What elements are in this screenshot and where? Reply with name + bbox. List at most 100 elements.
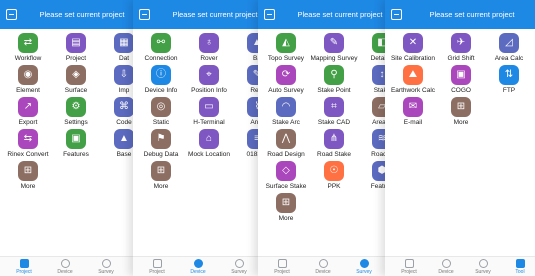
device-tab-icon bbox=[441, 259, 451, 268]
menu-item-label: Stake Point bbox=[317, 87, 351, 94]
tab-label: Device bbox=[190, 269, 206, 275]
tab-survey[interactable]: Survey bbox=[463, 259, 503, 275]
menu-item-debug-data[interactable]: ⚑ Debug Data bbox=[137, 129, 185, 165]
project-tab-icon bbox=[277, 259, 287, 268]
menu-item-label: Grid Shift bbox=[447, 55, 475, 62]
menu-item-site-calibration[interactable]: ✕ Site Calibration bbox=[389, 33, 437, 69]
menu-item-grid-shift[interactable]: ✈ Grid Shift bbox=[437, 33, 485, 69]
menu-item-project[interactable]: ▤ Project bbox=[52, 33, 100, 69]
road-design-icon: ⋀ bbox=[276, 129, 296, 149]
menu-item-rover[interactable]: ♁ Rover bbox=[185, 33, 233, 69]
menu-item-workflow[interactable]: ⇄ Workflow bbox=[4, 33, 52, 69]
menu-item-surface[interactable]: ◈ Surface bbox=[52, 65, 100, 101]
menu-item-label: Settings bbox=[64, 119, 88, 126]
project-select-icon[interactable] bbox=[391, 9, 402, 20]
menu-item-mock-location[interactable]: ⌂ Mock Location bbox=[185, 129, 233, 165]
tab-tool[interactable]: Tool bbox=[500, 259, 535, 275]
tab-label: Device bbox=[438, 269, 454, 275]
project-title[interactable]: Please set current project bbox=[24, 10, 140, 19]
menu-item-label: Stake CAD bbox=[317, 119, 351, 126]
settings-icon: ⚙ bbox=[66, 97, 86, 117]
menu-item-label: Area Calc bbox=[494, 55, 524, 62]
menu-item-ftp[interactable]: ⇅ FTP bbox=[485, 65, 533, 101]
project-title[interactable]: Please set current project bbox=[157, 10, 273, 19]
tab-device[interactable]: Device bbox=[426, 259, 466, 275]
surface-stake-icon: ◇ bbox=[276, 161, 296, 181]
menu-item-auto-survey[interactable]: ⟳ Auto Survey bbox=[262, 65, 310, 101]
menu-item-more[interactable]: ⊞ More bbox=[137, 161, 185, 197]
menu-item-h-terminal[interactable]: ▭ H-Terminal bbox=[185, 97, 233, 133]
menu-item-connection[interactable]: ⚯ Connection bbox=[137, 33, 185, 69]
tab-survey[interactable]: Survey bbox=[86, 259, 126, 275]
survey-tab-icon bbox=[359, 259, 369, 268]
ppk-icon: ☉ bbox=[324, 161, 344, 181]
device-info-icon: ⓘ bbox=[151, 65, 171, 85]
menu-item-label: Debug Data bbox=[143, 151, 179, 158]
position-info-icon: ⌖ bbox=[199, 65, 219, 85]
tab-label: Project bbox=[16, 269, 32, 275]
menu-item-features[interactable]: ▣ Features bbox=[52, 129, 100, 165]
menu-item-ppk[interactable]: ☉ PPK bbox=[310, 161, 358, 197]
tab-project[interactable]: Project bbox=[4, 259, 44, 275]
menu-item-stake-cad[interactable]: ⌗ Stake CAD bbox=[310, 97, 358, 133]
project-title[interactable]: Please set current project bbox=[409, 10, 535, 19]
menu-item-cogo[interactable]: ▣ COGO bbox=[437, 65, 485, 101]
tab-device[interactable]: Device bbox=[45, 259, 85, 275]
project-icon: ▤ bbox=[66, 33, 86, 53]
survey-tab-icon bbox=[101, 259, 111, 268]
menu-item-label: Stake Arc bbox=[272, 119, 300, 126]
menu-item-more[interactable]: ⊞ More bbox=[437, 97, 485, 133]
earthwork-calc-icon: ⛰ bbox=[403, 65, 423, 85]
menu-item-e-mail[interactable]: ✉ E-mail bbox=[389, 97, 437, 133]
tab-survey[interactable]: Survey bbox=[344, 259, 384, 275]
screen-panel-device: Please set current project ⚯ Connection ♁ Ro… bbox=[133, 0, 273, 276]
top-bar: Please set current project bbox=[258, 0, 398, 29]
menu-item-topo-survey[interactable]: ◭ Topo Survey bbox=[262, 33, 310, 69]
tab-label: Tool bbox=[515, 269, 525, 275]
mapping-survey-icon: ✎ bbox=[324, 33, 344, 53]
project-select-icon[interactable] bbox=[139, 9, 150, 20]
menu-item-label: Export bbox=[18, 119, 38, 126]
menu-item-mapping-survey[interactable]: ✎ Mapping Survey bbox=[310, 33, 358, 69]
menu-item-area-calc[interactable]: ◿ Area Calc bbox=[485, 33, 533, 69]
project-tab-icon bbox=[19, 259, 29, 268]
menu-item-more[interactable]: ⊞ More bbox=[262, 193, 310, 229]
cogo-icon: ▣ bbox=[451, 65, 471, 85]
menu-item-road-stake[interactable]: ⋔ Road Stake bbox=[310, 129, 358, 165]
tab-device[interactable]: Device bbox=[303, 259, 343, 275]
bottom-tab-bar: Project Device Survey bbox=[133, 256, 273, 276]
rinex-convert-icon: ⇆ bbox=[18, 129, 38, 149]
menu-item-rinex-convert[interactable]: ⇆ Rinex Convert bbox=[4, 129, 52, 165]
tab-project[interactable]: Project bbox=[389, 259, 429, 275]
top-bar: Please set current project bbox=[385, 0, 535, 29]
survey-tab-icon bbox=[478, 259, 488, 268]
menu-item-label: Connection bbox=[144, 55, 178, 62]
project-title[interactable]: Please set current project bbox=[282, 10, 398, 19]
menu-item-road-design[interactable]: ⋀ Road Design bbox=[262, 129, 310, 165]
menu-item-label: Surface Stake bbox=[265, 183, 307, 190]
project-select-icon[interactable] bbox=[264, 9, 275, 20]
h-terminal-icon: ▭ bbox=[199, 97, 219, 117]
menu-item-stake-arc[interactable]: ◠ Stake Arc bbox=[262, 97, 310, 133]
menu-item-stake-point[interactable]: ⚲ Stake Point bbox=[310, 65, 358, 101]
menu-item-surface-stake[interactable]: ◇ Surface Stake bbox=[262, 161, 310, 197]
project-select-icon[interactable] bbox=[6, 9, 17, 20]
tab-project[interactable]: Project bbox=[137, 259, 177, 275]
menu-item-static[interactable]: ◎ Static bbox=[137, 97, 185, 133]
tab-label: Survey bbox=[475, 269, 491, 275]
more-icon: ⊞ bbox=[451, 97, 471, 117]
tab-device[interactable]: Device bbox=[178, 259, 218, 275]
menu-item-export[interactable]: ↗ Export bbox=[4, 97, 52, 133]
menu-item-more[interactable]: ⊞ More bbox=[4, 161, 52, 197]
menu-item-device-info[interactable]: ⓘ Device Info bbox=[137, 65, 185, 101]
menu-item-element[interactable]: ◉ Element bbox=[4, 65, 52, 101]
more-icon: ⊞ bbox=[151, 161, 171, 181]
code-icon: ⌘ bbox=[114, 97, 134, 117]
menu-item-settings[interactable]: ⚙ Settings bbox=[52, 97, 100, 133]
menu-item-label: H-Terminal bbox=[193, 119, 225, 126]
tab-project[interactable]: Project bbox=[262, 259, 302, 275]
menu-item-earthwork-calc[interactable]: ⛰ Earthwork Calc bbox=[389, 65, 437, 101]
menu-item-position-info[interactable]: ⌖ Position Info bbox=[185, 65, 233, 101]
tab-survey[interactable]: Survey bbox=[219, 259, 259, 275]
data-icon: ▦ bbox=[114, 33, 134, 53]
